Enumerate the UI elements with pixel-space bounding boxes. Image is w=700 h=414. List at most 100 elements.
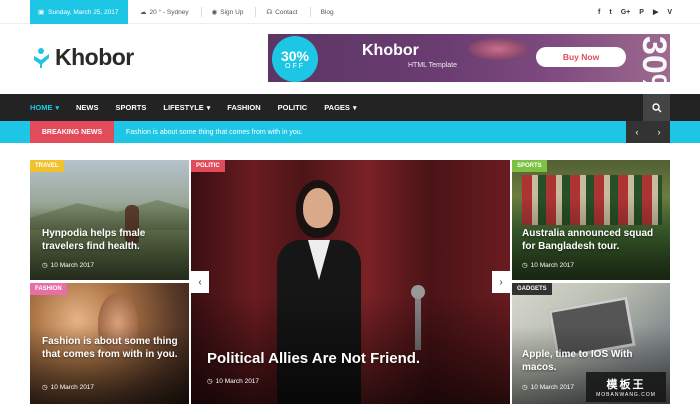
top-links: ☁ 20 ° - Sydney ◉ Sign Up ☊ Contact Blog — [140, 0, 346, 24]
breaking-news-text[interactable]: Fashion is about some thing that comes f… — [126, 121, 303, 143]
nav-item-label: SPORTS — [115, 103, 147, 112]
watermark: 模板王 MOBANWANG.COM — [586, 372, 666, 402]
youtube-icon[interactable]: ▶ — [653, 8, 658, 16]
news-card-gadgets[interactable]: GADGETS Apple, time to IOS With macos. ◷… — [512, 283, 670, 404]
ad-big-text: 30% — [635, 36, 670, 82]
nav-item-sports[interactable]: SPORTS — [116, 103, 147, 112]
divider — [200, 7, 202, 17]
headset-icon: ☊ — [266, 9, 273, 16]
discount-percent: 30% — [280, 47, 310, 64]
blog-label: Blog — [320, 8, 334, 16]
clock-icon: ◷ — [522, 262, 528, 269]
blog-link[interactable]: Blog — [321, 9, 334, 16]
clock-icon: ◷ — [42, 262, 48, 269]
breaking-prev-button[interactable]: ‹ — [626, 121, 648, 143]
logo-mark-icon — [34, 47, 49, 68]
clock-icon: ◷ — [207, 378, 213, 385]
nav-item-fashion[interactable]: FASHION — [227, 103, 260, 112]
discount-badge: 30% OFF — [272, 36, 318, 82]
logo[interactable]: Khobor — [32, 44, 134, 71]
news-card-politic[interactable]: POLITIC Political Allies Are Not Friend.… — [191, 160, 510, 404]
date-box: ▣ Sunday, March 25, 2017 — [30, 0, 128, 24]
vimeo-icon[interactable]: V — [667, 9, 672, 16]
watermark-url: MOBANWANG.COM — [596, 392, 656, 398]
user-icon: ◉ — [211, 9, 218, 16]
fashion-title[interactable]: Fashion is about some thing that comes f… — [42, 335, 187, 361]
breaking-news-label: BREAKING NEWS — [30, 121, 114, 143]
current-date: Sunday, March 25, 2017 — [48, 8, 119, 16]
weather-info: ☁ 20 ° - Sydney — [140, 8, 189, 17]
sports-date: ◷ 10 March 2017 — [522, 261, 575, 270]
politic-title[interactable]: Political Allies Are Not Friend. — [207, 349, 497, 369]
social-links: f t G+ P ▶ V — [598, 0, 672, 24]
slider-next-button[interactable]: › — [492, 271, 510, 293]
politic-date: ◷ 10 March 2017 — [207, 377, 260, 386]
signup-link[interactable]: ◉ Sign Up — [211, 8, 244, 17]
divider — [309, 7, 311, 17]
chevron-down-icon: ▾ — [206, 104, 211, 112]
main-nav: HOME ▾ NEWS SPORTS LIFESTYLE ▾ FASHION POLITIC P… — [0, 94, 700, 121]
nav-item-label: HOME — [30, 103, 53, 112]
signup-label: Sign Up — [220, 8, 244, 16]
nav-items: HOME ▾ NEWS SPORTS LIFESTYLE ▾ FASHION POLITIC P… — [30, 94, 373, 121]
travel-date: ◷ 10 March 2017 — [42, 261, 95, 270]
clock-icon: ◷ — [42, 384, 48, 391]
contact-link[interactable]: ☊ Contact — [266, 8, 298, 17]
nav-item-lifestyle[interactable]: LIFESTYLE ▾ — [163, 103, 210, 112]
pinterest-icon[interactable]: P — [639, 9, 644, 16]
news-card-travel[interactable]: TRAVEL Hynpodia helps fmale travelers fi… — [30, 160, 189, 280]
logo-text: Khobor — [55, 44, 134, 70]
gadgets-date-text: 10 March 2017 — [530, 383, 575, 391]
slider-prev-button[interactable]: ‹ — [191, 271, 209, 293]
fashion-date: ◷ 10 March 2017 — [42, 383, 95, 392]
nav-item-politic[interactable]: POLITIC — [278, 103, 308, 112]
contact-label: Contact — [275, 8, 298, 16]
news-card-sports[interactable]: SPORTS Australia announced squad for Ban… — [512, 160, 670, 280]
travel-title[interactable]: Hynpodia helps fmale travelers find heal… — [42, 227, 182, 253]
ad-banner[interactable]: 30% OFF Khobor HTML Template Buy Now 30% — [268, 34, 670, 82]
search-icon — [651, 102, 661, 112]
nav-item-label: FASHION — [227, 103, 261, 112]
nav-item-label: NEWS — [76, 103, 99, 112]
header: Khobor 30% OFF Khobor HTML Template Buy … — [0, 24, 700, 94]
clock-icon: ◷ — [522, 384, 528, 391]
category-badge-travel[interactable]: TRAVEL — [30, 160, 64, 172]
nav-item-home[interactable]: HOME ▾ — [30, 103, 59, 112]
sports-title[interactable]: Australia announced squad for Bangladesh… — [522, 227, 667, 253]
category-badge-fashion[interactable]: FASHION — [30, 283, 67, 295]
divider — [255, 7, 257, 17]
category-badge-sports[interactable]: SPORTS — [512, 160, 547, 172]
breaking-next-button[interactable]: › — [648, 121, 670, 143]
discount-off: OFF — [285, 62, 305, 70]
chevron-down-icon: ▾ — [352, 104, 357, 112]
sports-date-text: 10 March 2017 — [530, 261, 575, 269]
nav-item-pages[interactable]: PAGES ▾ — [324, 103, 356, 112]
ad-subtitle: HTML Template — [408, 62, 458, 69]
top-bar: ▣ Sunday, March 25, 2017 ☁ 20 ° - Sydney… — [0, 0, 700, 24]
nav-item-label: LIFESTYLE — [163, 103, 204, 112]
twitter-icon[interactable]: t — [609, 9, 611, 16]
category-badge-politic[interactable]: POLITIC — [191, 160, 225, 172]
chevron-down-icon: ▾ — [55, 104, 60, 112]
nav-item-news[interactable]: NEWS — [76, 103, 99, 112]
breaking-news-bar: BREAKING NEWS Fashion is about some thin… — [0, 121, 700, 143]
travel-date-text: 10 March 2017 — [50, 261, 95, 269]
google-plus-icon[interactable]: G+ — [621, 9, 631, 16]
watermark-title: 模板王 — [606, 379, 646, 391]
buy-now-button[interactable]: Buy Now — [536, 47, 626, 67]
cloud-icon: ☁ — [140, 9, 147, 16]
calendar-icon: ▣ — [38, 9, 45, 16]
nav-item-label: PAGES — [324, 103, 350, 112]
ad-lips-image — [468, 38, 528, 60]
ad-title: Khobor — [362, 42, 419, 59]
news-card-fashion[interactable]: FASHION Fashion is about some thing that… — [30, 283, 189, 404]
nav-item-label: POLITIC — [277, 103, 308, 112]
search-button[interactable] — [643, 94, 670, 121]
gadgets-date: ◷ 10 March 2017 — [522, 383, 575, 392]
gadgets-title[interactable]: Apple, time to IOS With macos. — [522, 348, 667, 374]
weather-text: 20 ° - Sydney — [149, 8, 189, 16]
politic-date-text: 10 March 2017 — [215, 377, 260, 385]
facebook-icon[interactable]: f — [598, 9, 600, 16]
category-badge-gadgets[interactable]: GADGETS — [512, 283, 552, 295]
fashion-date-text: 10 March 2017 — [50, 383, 95, 391]
